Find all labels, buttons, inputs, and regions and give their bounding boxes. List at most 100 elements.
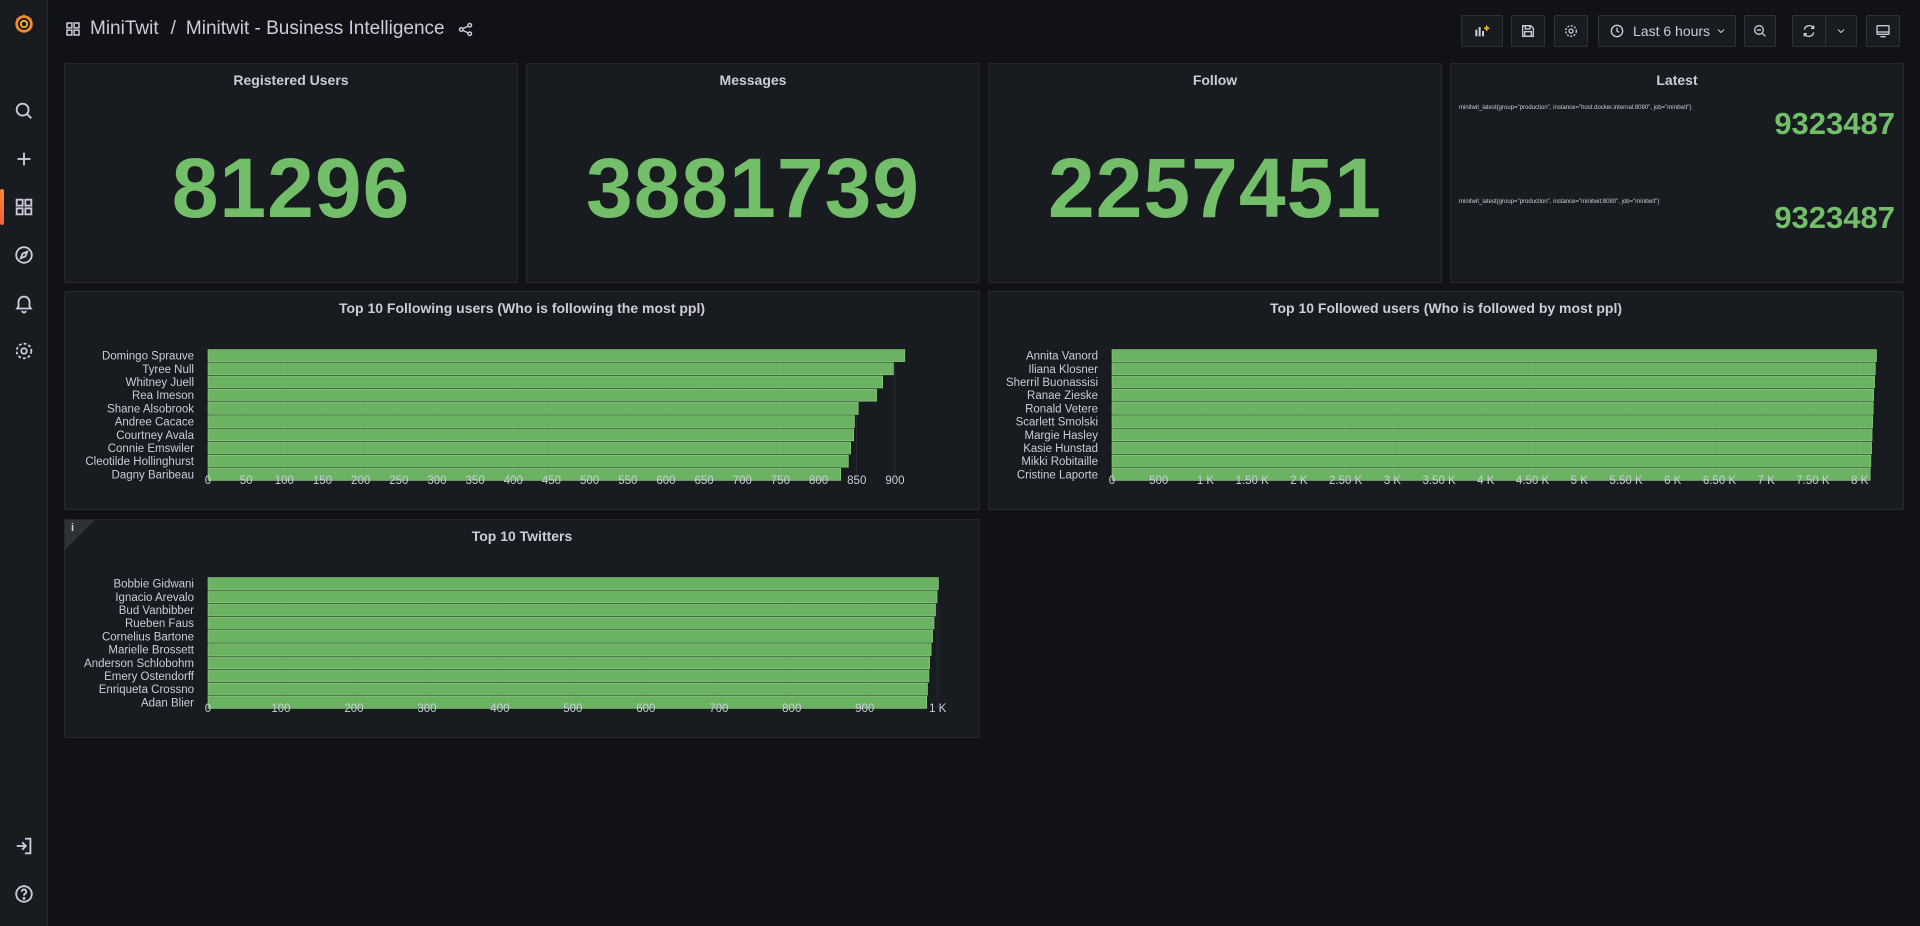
refresh-icon xyxy=(1803,24,1815,38)
category-label: Enriqueta Crossno xyxy=(99,684,194,696)
chart-panel-top-following[interactable]: Top 10 Following users (Who is following… xyxy=(64,291,980,510)
bar xyxy=(1111,402,1874,415)
category-label: Annita Vanord xyxy=(1026,351,1098,363)
category-label: Kasie Hunstad xyxy=(1023,443,1098,455)
category-label: Marielle Brossett xyxy=(108,645,194,657)
share-icon[interactable] xyxy=(457,21,474,38)
latest-series-value: 9323487 xyxy=(1774,200,1895,235)
bar xyxy=(207,388,877,402)
grafana-logo[interactable] xyxy=(0,4,48,44)
x-tick-label: 3 K xyxy=(1384,475,1402,487)
tv-mode-button[interactable] xyxy=(1866,15,1900,47)
panel-title[interactable]: Messages xyxy=(527,72,979,88)
stat-value: 81296 xyxy=(171,141,411,235)
latest-series-label: minitwit_latest{group="production", inst… xyxy=(1459,105,1692,111)
x-tick-label: 300 xyxy=(427,475,446,487)
alerting-bell-icon[interactable] xyxy=(0,283,48,323)
save-dashboard-button[interactable] xyxy=(1511,15,1545,47)
category-label: Dagny Baribeau xyxy=(112,469,194,481)
zoom-out-button[interactable] xyxy=(1744,15,1776,47)
x-tick-label: 900 xyxy=(885,475,904,487)
x-tick-label: 3.50 K xyxy=(1422,475,1456,487)
x-tick-label: 4.50 K xyxy=(1516,475,1550,487)
stat-panel-messages[interactable]: Messages 3881739 xyxy=(526,63,980,283)
stat-value: 3881739 xyxy=(585,141,921,235)
settings-gear-icon[interactable] xyxy=(0,331,48,371)
category-label: Ranae Zieske xyxy=(1027,390,1098,402)
category-label: Domingo Sprauve xyxy=(102,351,194,363)
panel-title[interactable]: Registered Users xyxy=(65,72,517,88)
bar xyxy=(207,428,855,442)
x-tick-label: 650 xyxy=(695,475,714,487)
x-tick-label: 100 xyxy=(271,703,290,715)
bar xyxy=(1111,375,1875,389)
explore-compass-icon[interactable] xyxy=(0,235,48,275)
bar-chart-top-twitters: Bobbie GidwaniIgnacio ArevaloBud Vanbibb… xyxy=(84,577,947,715)
x-tick-label: 2.50 K xyxy=(1329,475,1363,487)
refresh-interval-dropdown[interactable] xyxy=(1825,15,1857,47)
category-label: Cristine Laporte xyxy=(1017,469,1098,481)
latest-series-label: minitwit_latest{group="production", inst… xyxy=(1459,199,1660,205)
category-label: Ignacio Arevalo xyxy=(115,592,194,604)
chart-panel-top-twitters[interactable]: i Top 10 Twitters Bobbie Gidwani Ignacio … xyxy=(64,519,980,738)
stat-panel-follow[interactable]: Follow 2257451 xyxy=(988,63,1442,283)
dashboards-icon[interactable] xyxy=(0,187,48,227)
category-label: Anderson Schlobohm xyxy=(84,658,194,670)
x-tick-label: 150 xyxy=(313,475,332,487)
bar xyxy=(207,402,859,415)
add-panel-button[interactable] xyxy=(1461,15,1503,47)
time-range-picker[interactable]: Last 6 hours xyxy=(1598,15,1736,47)
x-tick-label: 0 xyxy=(1109,475,1115,487)
x-tick-label: 400 xyxy=(490,703,509,715)
x-tick-label: 500 xyxy=(580,475,599,487)
x-tick-label: 400 xyxy=(504,475,523,487)
bar xyxy=(207,362,894,376)
bar-chart-top-following: Domingo SprauveTyree NullWhitney JuellRe… xyxy=(85,349,906,487)
x-tick-label: 0 xyxy=(205,475,211,487)
category-label: Whitney Juell xyxy=(126,377,194,389)
dashboard-grid-icon xyxy=(66,22,80,36)
chevron-down-icon xyxy=(1837,29,1845,34)
x-tick-label: 800 xyxy=(782,703,801,715)
dashboard-title[interactable]: Minitwit - Business Intelligence xyxy=(186,18,445,40)
chart-panel-top-followed[interactable]: Top 10 Followed users (Who is followed b… xyxy=(988,291,1904,510)
x-tick-label: 200 xyxy=(351,475,370,487)
bar xyxy=(207,441,851,455)
x-tick-label: 900 xyxy=(855,703,874,715)
dashboard-settings-button[interactable] xyxy=(1554,15,1588,47)
panel-title[interactable]: Latest xyxy=(1451,72,1903,88)
help-icon[interactable] xyxy=(0,874,48,914)
breadcrumb-separator: / xyxy=(170,18,176,39)
stat-panel-latest[interactable]: Latest minitwit_latest{group="production… xyxy=(1450,63,1904,283)
bar xyxy=(1111,428,1873,442)
bar xyxy=(207,577,939,590)
category-label: Emery Ostendorff xyxy=(104,671,195,683)
grafana-logo-icon xyxy=(15,13,34,33)
x-tick-label: 1.50 K xyxy=(1236,475,1270,487)
add-panel-icon xyxy=(1475,25,1490,37)
bar xyxy=(207,630,933,643)
search-icon[interactable] xyxy=(0,91,48,131)
category-label: Shane Alsobrook xyxy=(107,403,194,415)
category-label: Cleotilde Hollinghurst xyxy=(85,456,194,468)
refresh-button[interactable] xyxy=(1792,15,1826,47)
stat-panel-registered-users[interactable]: Registered Users 81296 xyxy=(64,63,518,283)
bar xyxy=(1111,415,1874,428)
bar xyxy=(207,454,849,468)
category-label: Adan Blier xyxy=(141,697,194,709)
panel-title[interactable]: Follow xyxy=(989,72,1441,88)
x-tick-label: 250 xyxy=(389,475,408,487)
x-tick-label: 850 xyxy=(847,475,866,487)
bar xyxy=(207,415,855,428)
x-tick-label: 100 xyxy=(275,475,294,487)
bar xyxy=(207,643,932,656)
x-tick-label: 600 xyxy=(656,475,675,487)
sign-in-icon[interactable] xyxy=(0,826,48,866)
bar xyxy=(207,603,936,617)
breadcrumb-folder[interactable]: MiniTwit xyxy=(90,18,159,40)
bar xyxy=(1111,362,1876,376)
plus-icon[interactable] xyxy=(0,139,48,179)
bar-chart-top-followed: Annita VanordIliana KlosnerSherril Buona… xyxy=(1006,349,1877,487)
time-range-label: Last 6 hours xyxy=(1633,23,1711,39)
x-tick-label: 750 xyxy=(771,475,790,487)
